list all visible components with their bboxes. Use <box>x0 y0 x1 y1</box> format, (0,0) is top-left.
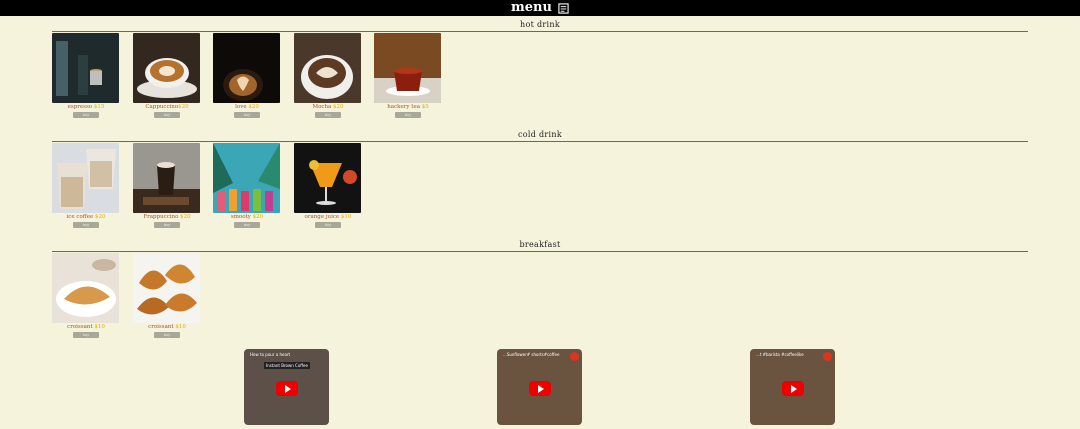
item-name: Frappuccino <box>143 214 179 220</box>
item-name: espresso <box>67 104 93 110</box>
buy-button[interactable]: buy <box>395 112 421 118</box>
section-title-cold-drink: cold drink <box>517 130 563 139</box>
menu-item-love: love $20 buy <box>213 33 281 125</box>
item-caption: espresso $15 <box>52 104 120 111</box>
video-embed-1[interactable]: How to pour a heart Instant Brown Coffee <box>244 349 329 425</box>
video-title: ...Sunflower# shorts#coffee <box>503 352 560 357</box>
menu-item-cappuccino: Cappuccino$20 buy <box>133 33 201 125</box>
ice-coffee-image <box>52 143 119 213</box>
tea-image <box>374 33 441 103</box>
channel-avatar-icon[interactable] <box>823 352 832 361</box>
buy-button[interactable]: buy <box>73 112 99 118</box>
item-name: love <box>235 104 247 110</box>
menu-note-icon <box>558 2 569 14</box>
item-price: $5 <box>421 104 429 110</box>
menu-item-frappuccino: Frappuccino $20 buy <box>133 143 201 235</box>
item-name: Mocha <box>312 104 332 110</box>
buy-button[interactable]: buy <box>73 222 99 228</box>
croissant-plate-image <box>52 253 119 323</box>
item-caption: ice coffee $20 <box>52 214 120 221</box>
play-button-icon[interactable] <box>781 381 804 396</box>
item-price: $20 <box>178 104 189 110</box>
item-price: $10 <box>340 214 352 220</box>
video-subtitle: Instant Brown Coffee <box>264 362 310 369</box>
buy-button[interactable]: buy <box>315 222 341 228</box>
espresso-image <box>52 33 119 103</box>
buy-button[interactable]: buy <box>234 222 260 228</box>
menu-item-mocha: Mocha $20 buy <box>294 33 362 125</box>
video-title: ...t #barista #coffeelike <box>756 352 804 357</box>
item-price: $20 <box>94 214 106 220</box>
channel-avatar-icon[interactable] <box>570 352 579 361</box>
item-name: Cappuccino <box>145 104 179 110</box>
buy-button[interactable]: buy <box>154 332 180 338</box>
cappuccino-image <box>133 33 200 103</box>
video-embed-2[interactable]: ...Sunflower# shorts#coffee <box>497 349 582 425</box>
smoothie-image <box>213 143 280 213</box>
play-button-icon[interactable] <box>275 381 298 396</box>
buy-button[interactable]: buy <box>154 112 180 118</box>
menu-item-espresso: espresso $15 buy <box>52 33 120 125</box>
item-caption: smooty $20 <box>213 214 281 221</box>
play-button-icon[interactable] <box>528 381 551 396</box>
item-caption: Mocha $20 <box>294 104 362 111</box>
item-price: $20 <box>333 104 344 110</box>
item-price: $15 <box>93 104 105 110</box>
frappuccino-image <box>133 143 200 213</box>
item-caption: croissant $10 <box>52 324 120 331</box>
section-divider <box>52 141 1028 142</box>
page-title: menu <box>511 0 552 15</box>
item-price: $10 <box>94 324 105 330</box>
buy-button[interactable]: buy <box>154 222 180 228</box>
menu-item-croissant-1: croissant $10 buy <box>52 253 120 345</box>
section-title-hot-drink: hot drink <box>520 20 560 29</box>
item-name: croissant <box>148 324 174 330</box>
item-name: hackery tea <box>387 104 420 110</box>
croissant-pile-image <box>133 253 200 323</box>
buy-button[interactable]: buy <box>315 112 341 118</box>
menu-item-orange-juice: orange juice $10 buy <box>294 143 362 235</box>
item-caption: orange juice $10 <box>294 214 362 221</box>
item-caption: Frappuccino $20 <box>133 214 201 221</box>
item-name: orange juice <box>304 214 340 220</box>
item-name: croissant <box>67 324 93 330</box>
section-divider <box>52 31 1028 32</box>
buy-button[interactable]: buy <box>73 332 99 338</box>
item-price: $20 <box>180 214 191 220</box>
item-price: $10 <box>175 324 186 330</box>
item-caption: croissant $10 <box>133 324 201 331</box>
item-name: smooty <box>230 214 251 220</box>
menu-item-croissant-2: croissant $10 buy <box>133 253 201 345</box>
top-bar: menu <box>0 0 1080 16</box>
menu-item-hackery-tea: hackery tea $5 buy <box>374 33 442 125</box>
orange-juice-image <box>294 143 361 213</box>
video-embed-3[interactable]: ...t #barista #coffeelike <box>750 349 835 425</box>
item-price: $20 <box>252 214 264 220</box>
item-caption: love $20 <box>213 104 281 111</box>
section-title-breakfast: breakfast <box>519 240 561 249</box>
section-divider <box>52 251 1028 252</box>
item-name: ice coffee <box>66 214 94 220</box>
love-latte-image <box>213 33 280 103</box>
video-title: How to pour a heart <box>250 352 291 357</box>
menu-item-ice-coffee: ice coffee $20 buy <box>52 143 120 235</box>
item-caption: Cappuccino$20 <box>133 104 201 111</box>
item-caption: hackery tea $5 <box>374 104 442 111</box>
menu-item-smooty: smooty $20 buy <box>213 143 281 235</box>
buy-button[interactable]: buy <box>234 112 260 118</box>
mocha-image <box>294 33 361 103</box>
item-price: $20 <box>248 104 259 110</box>
